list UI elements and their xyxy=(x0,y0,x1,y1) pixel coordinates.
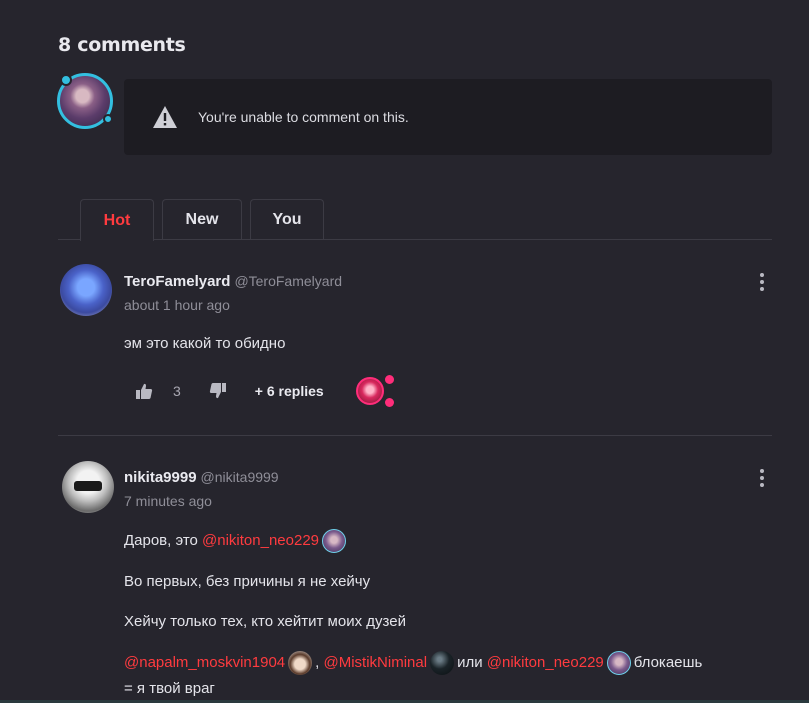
comment-actions: 3 + 6 replies xyxy=(135,375,394,407)
line-text: или xyxy=(457,654,483,671)
like-count: 3 xyxy=(173,383,181,399)
more-options-icon[interactable] xyxy=(757,469,767,487)
line-text: , xyxy=(315,654,320,671)
like-icon[interactable] xyxy=(135,382,153,400)
comments-count-title: 8 comments xyxy=(58,34,186,56)
tab-new[interactable]: New xyxy=(162,199,242,240)
mention-avatar xyxy=(430,651,455,676)
tabs-divider xyxy=(58,239,772,240)
comment-line: Хейчу только тех, кто хейтит моих дузей xyxy=(124,613,406,630)
comment-disabled-notice: You're unable to comment on this. xyxy=(124,79,772,155)
avatar-badge-icon xyxy=(60,74,72,86)
sort-tabs: Hot New You xyxy=(80,199,324,241)
reply-avatar xyxy=(355,375,394,407)
avatar-badge-icon xyxy=(103,114,113,124)
comment-author[interactable]: TeroFamelyard @TeroFamelyard xyxy=(124,273,342,290)
avatar[interactable] xyxy=(62,461,114,513)
author-name[interactable]: nikita9999 xyxy=(124,469,197,486)
comment-line: @napalm_moskvin1904, @MistikNiminal или @… xyxy=(124,650,774,702)
comment-timestamp: about 1 hour ago xyxy=(124,297,230,313)
line-text: Даров, это xyxy=(124,531,198,549)
author-handle: @TeroFamelyard xyxy=(234,273,343,289)
line-text: блокаешь xyxy=(633,654,703,671)
view-replies-button[interactable]: + 6 replies xyxy=(255,383,324,399)
mention-avatar xyxy=(606,651,631,676)
current-user-avatar xyxy=(57,73,113,129)
user-mention[interactable]: @nikiton_neo229 xyxy=(487,654,604,671)
tab-hot[interactable]: Hot xyxy=(80,199,154,241)
comment-author[interactable]: nikita9999 @nikita9999 xyxy=(124,469,279,486)
comment-divider xyxy=(58,435,772,436)
user-mention[interactable]: @MistikNiminal xyxy=(324,654,428,671)
tab-you[interactable]: You xyxy=(250,199,324,240)
comment-line: Во первых, без причины я не хейчу xyxy=(124,573,371,590)
heart-icon xyxy=(384,375,394,384)
warning-icon xyxy=(153,106,177,128)
author-name[interactable]: TeroFamelyard xyxy=(124,273,230,290)
comment-timestamp: 7 minutes ago xyxy=(124,493,212,509)
user-mention[interactable]: @nikiton_neo229 xyxy=(202,532,319,549)
heart-icon xyxy=(384,398,394,407)
avatar[interactable] xyxy=(60,264,112,316)
line-text: = я твой враг xyxy=(124,680,215,697)
notice-text: You're unable to comment on this. xyxy=(198,109,409,125)
user-mention[interactable]: @napalm_moskvin1904 xyxy=(124,654,285,671)
comment-line: Даров, это @nikiton_neo229 xyxy=(124,529,349,553)
mention-avatar xyxy=(288,651,313,676)
more-options-icon[interactable] xyxy=(757,273,767,291)
mention-avatar xyxy=(322,529,347,553)
comment-text: эм это какой то обидно xyxy=(124,335,286,352)
author-handle: @nikita9999 xyxy=(200,469,279,485)
dislike-icon[interactable] xyxy=(209,382,227,400)
